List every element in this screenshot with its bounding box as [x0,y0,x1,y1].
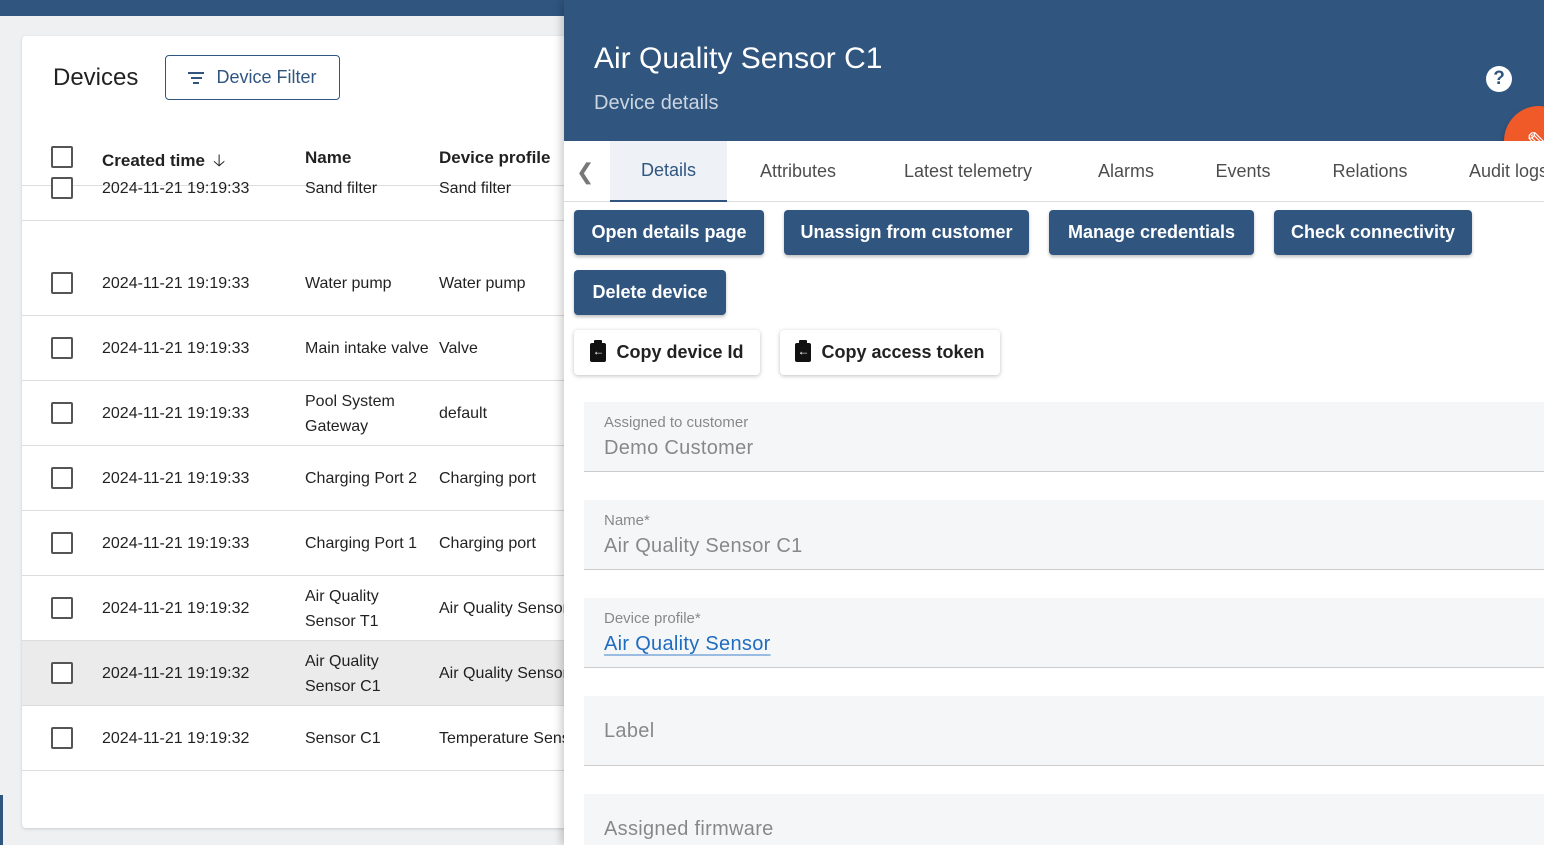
cell-name: Sensor C1 [305,730,381,747]
open-details-page-button[interactable]: Open details page [574,210,764,255]
devices-title: Devices [53,64,139,91]
table-row[interactable]: 2024-11-21 19:19:32 Air Quality Sensor C1… [22,641,582,706]
unassign-from-customer-button[interactable]: Unassign from customer [784,210,1029,255]
cell-created-time: 2024-11-21 19:19:32 [102,730,250,747]
table-row[interactable]: 2024-11-21 19:19:32 Sensor C1 Temperature … [22,706,582,771]
cell-name: Charging Port 1 [305,535,418,552]
copy-access-token-button[interactable]: Copy access token [780,330,1000,375]
label-field[interactable]: Label [584,696,1544,766]
cell-created-time: 2024-11-21 19:19:33 [102,340,250,357]
cell-device-profile: Valve [439,340,478,357]
cell-name: Water pump [305,275,392,292]
cell-name: Main intake valve [305,340,429,357]
help-icon[interactable]: ? [1486,66,1512,92]
row-checkbox[interactable] [51,662,73,684]
cell-created-time: 2024-11-21 19:19:33 [102,405,250,422]
cell-device-profile: Sand filter [439,180,512,197]
column-name[interactable]: Name [305,148,351,168]
details-title: Air Quality Sensor C1 [594,42,883,75]
cell-device-profile: Temperature Sensor [439,730,582,747]
tab-events[interactable]: Events [1200,141,1286,202]
row-checkbox[interactable] [51,727,73,749]
table-row[interactable]: 2024-11-21 19:19:32 Air Quality Sensor T1… [22,576,582,641]
cell-device-profile: Charging port [439,470,536,487]
device-profile-link[interactable]: Air Quality Sensor [604,633,771,656]
device-profile-field[interactable]: Device profile* Air Quality Sensor [584,598,1544,668]
copy-device-id-button[interactable]: Copy device Id [574,330,760,375]
clipboard-icon [590,340,607,362]
name-label: Name* [604,512,650,529]
details-subtitle: Device details [594,92,719,114]
details-tabs: ❮ Details Attributes Latest telemetry Al… [564,141,1544,202]
row-checkbox[interactable] [51,532,73,554]
delete-device-button[interactable]: Delete device [574,270,726,315]
table-row[interactable]: 2024-11-21 19:19:33 Water pump Water pump [22,251,582,316]
cell-name: Air Quality Sensor T1 [305,587,379,630]
sidebar-edge [0,795,3,845]
cell-device-profile: Water pump [439,275,526,292]
row-checkbox[interactable] [51,337,73,359]
table-row[interactable]: 2024-11-21 19:19:33 Pool System Gateway de… [22,381,582,446]
tab-audit-logs[interactable]: Audit logs [1469,141,1544,202]
copy-device-id-label: Copy device Id [616,342,744,362]
row-checkbox[interactable] [51,402,73,424]
assigned-firmware-field[interactable]: Assigned firmware [584,794,1544,845]
row-checkbox[interactable] [51,597,73,619]
cell-device-profile: default [439,405,488,422]
table-row[interactable]: 2024-11-21 19:19:33 Main intake valve Valv… [22,316,582,381]
cell-created-time: 2024-11-21 19:19:32 [102,600,250,617]
tab-relations[interactable]: Relations [1316,141,1424,202]
cell-created-time: 2024-11-21 19:19:33 [102,535,250,552]
device-filter-button[interactable]: Device Filter [165,55,340,100]
copy-access-token-label: Copy access token [821,342,985,362]
cell-name: Charging Port 2 [305,470,418,487]
table-row[interactable]: 2024-11-21 19:19:33 Charging Port 2 Chargi… [22,446,582,511]
table-row[interactable]: 2024-11-21 19:19:33 Charging Port 1 Chargi… [22,511,582,576]
chevron-left-icon[interactable]: ❮ [576,159,594,185]
assigned-customer-label: Assigned to customer [604,414,749,431]
assigned-customer-field[interactable]: Assigned to customer Demo Customer [584,402,1544,472]
tab-alarms[interactable]: Alarms [1081,141,1171,202]
row-checkbox[interactable] [51,177,73,199]
device-filter-label: Device Filter [216,67,317,87]
row-checkbox[interactable] [51,467,73,489]
clipboard-icon [795,340,812,362]
tab-attributes[interactable]: Attributes [737,141,859,202]
details-header: Air Quality Sensor C1 Device details ? [564,0,1544,141]
cell-name: Sand filter [305,180,378,197]
cell-created-time: 2024-11-21 19:19:33 [102,470,250,487]
cell-device-profile: Air Quality Sensor [439,600,568,617]
check-connectivity-button[interactable]: Check connectivity [1274,210,1472,255]
row-checkbox[interactable] [51,272,73,294]
cell-device-profile: Air Quality Sensor [439,665,568,682]
tab-details[interactable]: Details [610,141,727,202]
name-value: Air Quality Sensor C1 [604,535,803,557]
column-device-profile[interactable]: Device profile [439,148,551,168]
cell-name: Air Quality Sensor C1 [305,652,381,695]
label-placeholder: Label [604,720,655,742]
devices-table-card: Devices Device Filter Created time 🡣 Name… [22,36,582,828]
device-profile-label: Device profile* [604,610,701,627]
assigned-customer-value: Demo Customer [604,437,754,459]
cell-created-time: 2024-11-21 19:19:33 [102,275,250,292]
assigned-firmware-placeholder: Assigned firmware [604,818,774,840]
column-created-time-label: Created time [102,151,205,170]
table-row[interactable]: 2024-11-21 19:19:33 Sand filter Sand filte… [22,171,582,221]
cell-created-time: 2024-11-21 19:19:32 [102,665,250,682]
select-all-checkbox[interactable] [51,146,73,168]
name-field[interactable]: Name* Air Quality Sensor C1 [584,500,1544,570]
cell-name: Pool System Gateway [305,392,395,435]
cell-created-time: 2024-11-21 19:19:33 [102,180,250,197]
device-details-panel: Air Quality Sensor C1 Device details ? ✎… [564,0,1544,845]
manage-credentials-button[interactable]: Manage credentials [1049,210,1254,255]
filter-list-icon [188,71,205,84]
cell-device-profile: Charging port [439,535,536,552]
tab-latest-telemetry[interactable]: Latest telemetry [884,141,1052,202]
